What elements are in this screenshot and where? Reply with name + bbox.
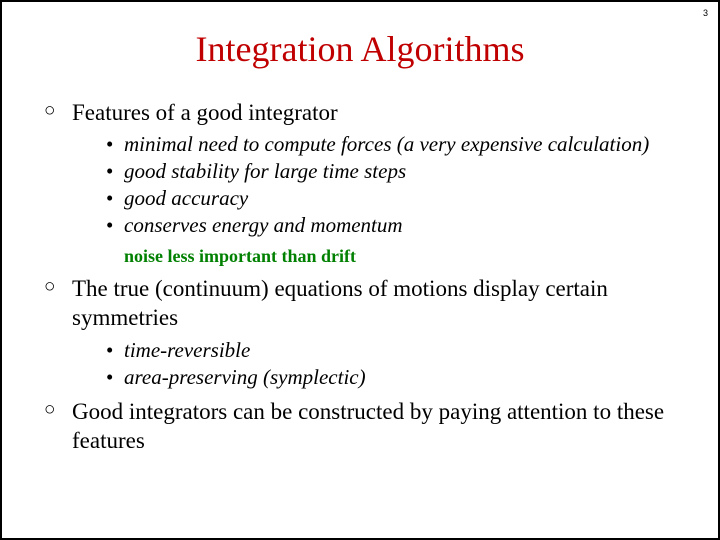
list-item-text: Features of a good integrator [72, 100, 338, 125]
sub-list: minimal need to compute forces (a very e… [72, 131, 678, 239]
sub-list: time-reversible area-preserving (symplec… [72, 337, 678, 391]
sub-list-item: good stability for large time steps [106, 158, 678, 185]
list-item-text: Good integrators can be constructed by p… [72, 399, 664, 453]
sub-list-item: time-reversible [106, 337, 678, 364]
sub-list-item: conserves energy and momentum [106, 212, 678, 239]
bullet-list: Features of a good integrator minimal ne… [42, 98, 678, 455]
list-item: The true (continuum) equations of motion… [48, 274, 678, 391]
sub-list-item: minimal need to compute forces (a very e… [106, 131, 678, 158]
sub-list-item: area-preserving (symplectic) [106, 364, 678, 391]
sub-list-item: good accuracy [106, 185, 678, 212]
sub-note: noise less important than drift [124, 245, 678, 268]
list-item: Good integrators can be constructed by p… [48, 397, 678, 456]
slide-title: Integration Algorithms [42, 28, 678, 70]
slide-frame: 3 Integration Algorithms Features of a g… [0, 0, 720, 540]
page-number: 3 [703, 8, 708, 18]
list-item-text: The true (continuum) equations of motion… [72, 276, 608, 330]
list-item: Features of a good integrator minimal ne… [48, 98, 678, 268]
